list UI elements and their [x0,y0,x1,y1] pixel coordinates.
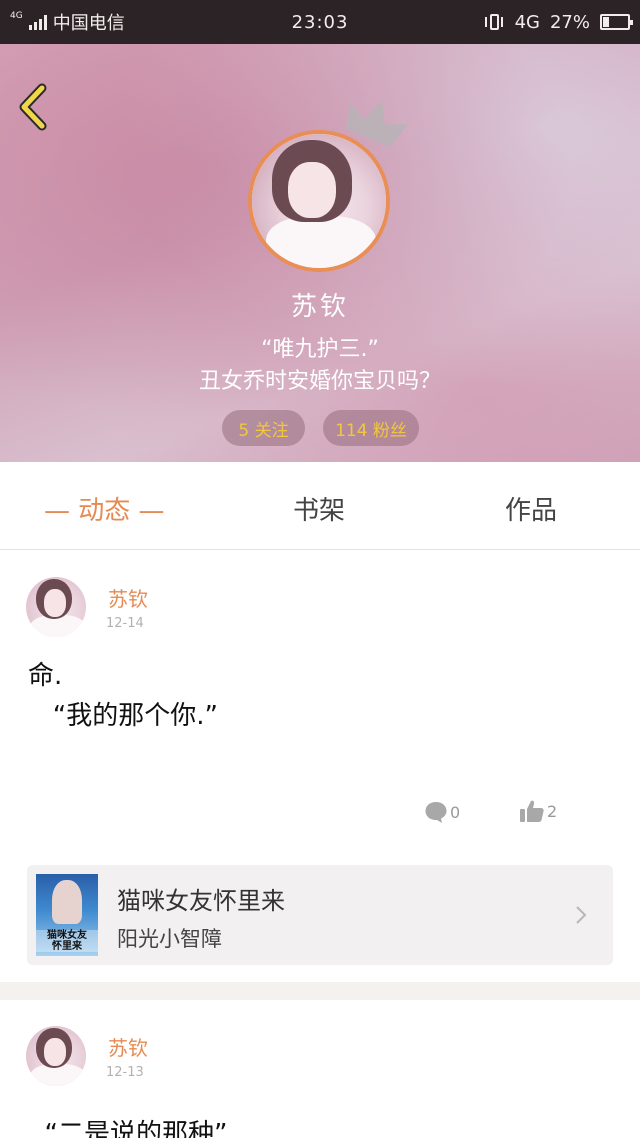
chevron-left-icon [19,83,47,131]
profile-avatar[interactable] [248,130,390,272]
book-cover: 猫咪女友 怀里来 [36,874,98,956]
profile-bio: “唯九护三.” 丑女乔时安婚你宝贝吗？ [0,334,640,398]
bio-line-1: “唯九护三.” [261,337,379,362]
profile-tabs: — 动态 — 书架 作品 [0,462,640,550]
battery-icon [600,14,633,30]
post-author-name[interactable]: 苏钦 [108,583,148,612]
chevron-right-icon [576,906,587,924]
post-text: “二是说的那种” [28,1119,228,1138]
post-separator [0,982,640,1000]
following-count-button[interactable]: 5 关注 [222,410,305,446]
post-text: 命. “我的那个你.” [28,661,218,731]
post-author-avatar[interactable] [26,577,86,637]
tab-bookshelf[interactable]: 书架 [293,490,345,527]
fans-count-button[interactable]: 114 粉丝 [323,410,419,446]
book-cover-title: 猫咪女友 怀里来 [36,930,98,952]
profile-header: 苏钦 “唯九护三.” 丑女乔时安婚你宝贝吗？ 5 关注 114 粉丝 [0,44,640,462]
status-bar: 4G 中国电信 23:03 4G 27% [0,0,640,44]
comment-bubble-icon [425,802,447,823]
like-count: 2 [547,801,558,821]
post-date: 12-13 [106,1065,144,1080]
comment-count: 0 [450,802,461,822]
vibrate-icon [483,13,505,31]
post-author-avatar[interactable] [26,1026,86,1086]
tab-dynamics[interactable]: — 动态 — [44,490,165,527]
thumbs-up-icon [520,800,544,822]
post-date: 12-14 [106,616,144,631]
battery-fill [603,17,609,27]
comment-button[interactable]: 0 [424,800,460,824]
status-right: 4G 27% [483,11,633,33]
book-card[interactable]: 猫咪女友 怀里来 猫咪女友怀里来 阳光小智障 [27,865,613,965]
profile-name: 苏钦 [290,292,349,322]
battery-percent: 27% [549,11,590,33]
book-title: 猫咪女友怀里来 [117,887,285,915]
book-author: 阳光小智障 [117,927,222,951]
bio-line-2: 丑女乔时安婚你宝贝吗？ [198,369,441,394]
like-button[interactable]: 2 [519,799,557,823]
post-author-name[interactable]: 苏钦 [108,1032,148,1061]
tab-works[interactable]: 作品 [505,490,557,527]
back-button[interactable] [14,82,54,132]
network-type: 4G [514,11,540,33]
